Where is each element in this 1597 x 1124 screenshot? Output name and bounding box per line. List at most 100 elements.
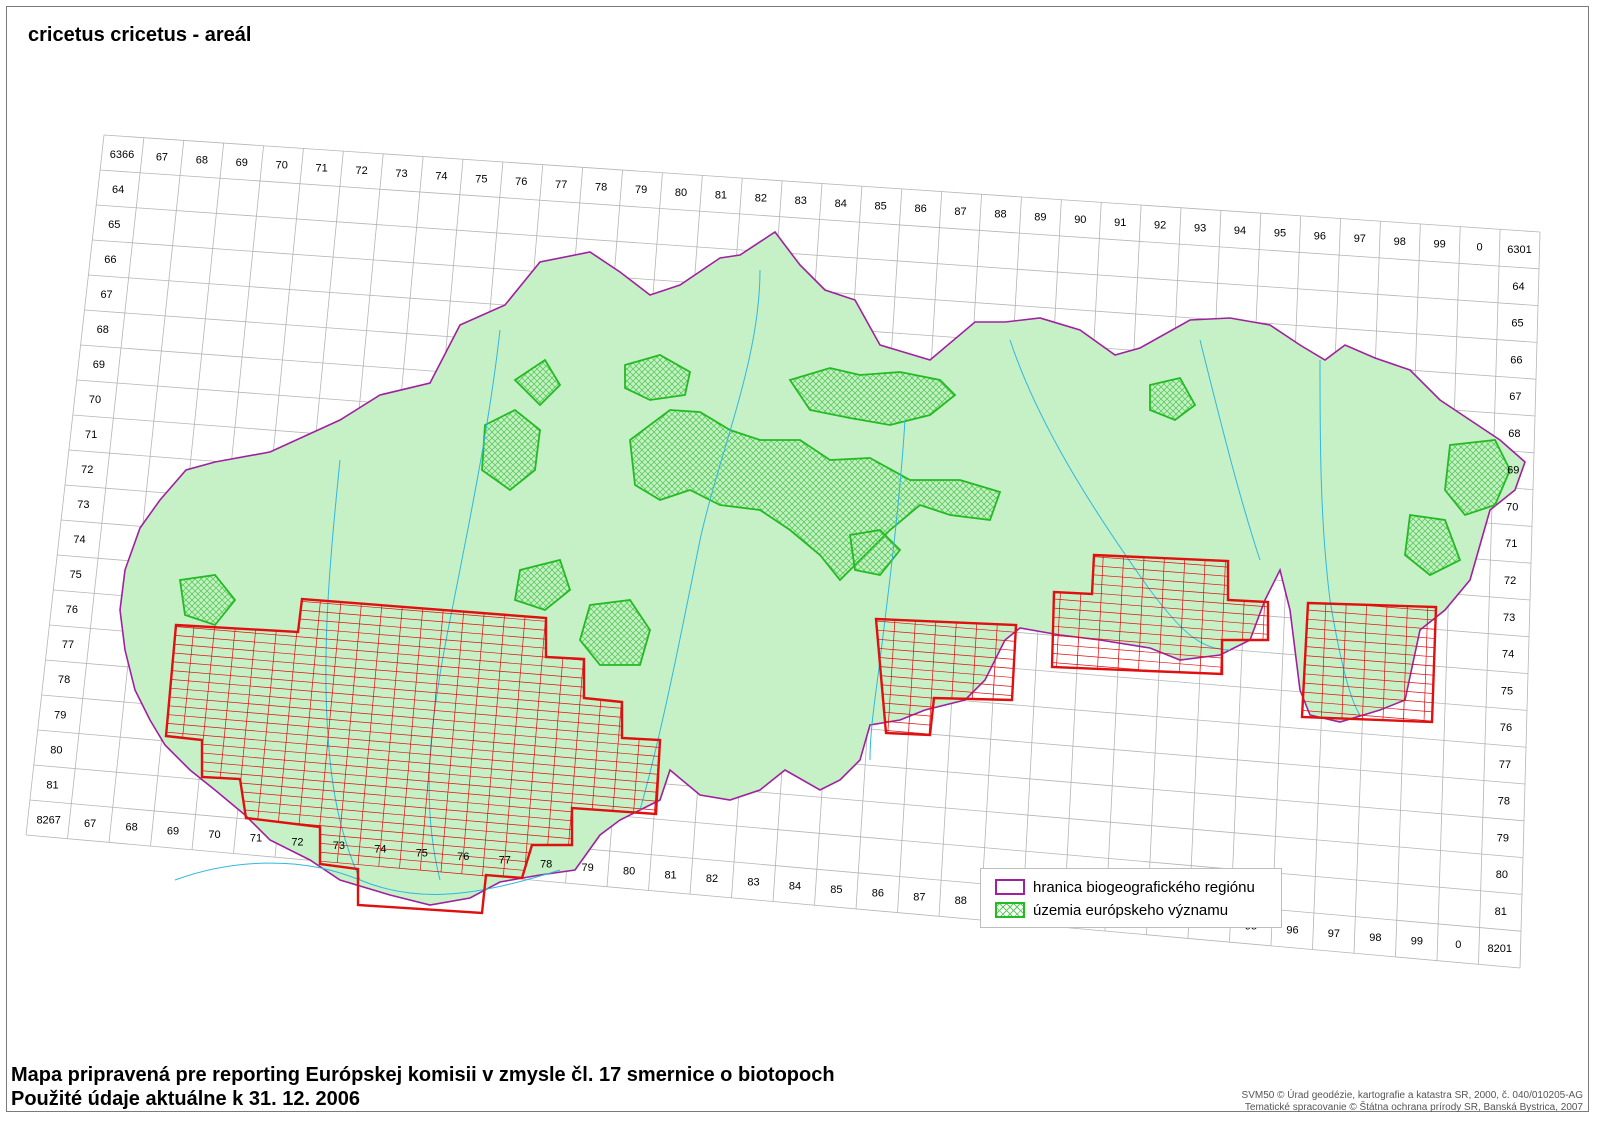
- grid-line: [103, 134, 1541, 233]
- grid-label-top: 81: [715, 190, 727, 202]
- grid-label-top: 70: [276, 160, 288, 172]
- grid-label-bottom: 88: [955, 895, 967, 907]
- grid-label-top: 87: [954, 206, 966, 218]
- grid-label-bottom: 99: [1411, 935, 1423, 947]
- grid-label-right: 79: [1497, 832, 1509, 844]
- grid-label-top: 6366: [110, 149, 134, 161]
- grid-label-bottom: 76: [457, 851, 469, 863]
- grid-label-left: 69: [93, 359, 105, 371]
- grid-label-bottom: 71: [250, 833, 262, 845]
- grid-label-bottom: 74: [374, 844, 386, 856]
- grid-label-left: 77: [62, 639, 74, 651]
- grid-label-top: 77: [555, 179, 567, 191]
- grid-label-top: 68: [196, 154, 208, 166]
- grid-label-top: 74: [435, 171, 447, 183]
- grid-label-bottom: 69: [167, 825, 179, 837]
- grid-label-left: 79: [54, 709, 66, 721]
- grid-label-bottom: 77: [499, 855, 511, 867]
- map-credits: SVM50 © Úrad geodézie, kartografie a kat…: [1242, 1090, 1583, 1114]
- grid-label-right: 73: [1503, 612, 1515, 624]
- grid-label-top: 78: [595, 181, 607, 193]
- footer-line-1: Mapa pripravená pre reporting Európskej …: [11, 1064, 835, 1086]
- footer-line-2: Použité údaje aktuálne k 31. 12. 2006: [11, 1088, 361, 1110]
- grid-label-top: 67: [156, 152, 168, 164]
- grid-label-bottom: 0: [1455, 939, 1461, 951]
- grid-label-bottom: 73: [333, 840, 345, 852]
- grid-label-top: 71: [316, 162, 328, 174]
- grid-label-right: 68: [1508, 428, 1520, 440]
- grid-label-bottom: 72: [291, 836, 303, 848]
- grid-label-right: 67: [1509, 391, 1521, 403]
- grid-label-bottom: 96: [1286, 924, 1298, 936]
- grid-label-right: 64: [1512, 281, 1524, 293]
- grid-label-left: 70: [89, 394, 101, 406]
- grid-label-top: 99: [1434, 239, 1446, 251]
- grid-label-left: 64: [112, 184, 124, 196]
- grid-label-left: 80: [50, 744, 62, 756]
- grid-label-right: 70: [1506, 501, 1518, 513]
- grid-label-left: 67: [100, 289, 112, 301]
- grid-label-bottom: 86: [872, 888, 884, 900]
- grid-label-top: 0: [1477, 241, 1483, 253]
- credit-line-2: Tematické spracovanie © Štátna ochrana p…: [1244, 1102, 1583, 1113]
- grid-label-top: 93: [1194, 222, 1206, 234]
- grid-label-right: 66: [1510, 354, 1522, 366]
- grid-label-right: 81: [1495, 906, 1507, 918]
- grid-label-left: 68: [97, 324, 109, 336]
- grid-label-right: 72: [1504, 575, 1516, 587]
- grid-label-bottom: 84: [789, 880, 801, 892]
- grid-label-left: 81: [46, 779, 58, 791]
- grid-label-bottom: 70: [208, 829, 220, 841]
- legend-swatch-sites: [995, 902, 1025, 918]
- grid-label-right: 78: [1498, 796, 1510, 808]
- legend-label: územia európskeho významu: [1033, 901, 1229, 919]
- grid-label-left: 75: [70, 569, 82, 581]
- grid-label-bottom: 75: [416, 847, 428, 859]
- grid-label-bottom: 81: [664, 869, 676, 881]
- grid-label-left: 74: [73, 534, 85, 546]
- grid-label-right: 71: [1505, 538, 1517, 550]
- grid-label-bottom: 83: [747, 877, 759, 889]
- grid-label-right: 65: [1511, 318, 1523, 330]
- grid-label-left: 76: [66, 604, 78, 616]
- grid-label-top: 89: [1034, 211, 1046, 223]
- grid-label-bottom: 97: [1328, 928, 1340, 940]
- grid-label-bottom: 8201: [1488, 943, 1512, 955]
- grid-label-top: 82: [755, 192, 767, 204]
- grid-label-top: 69: [236, 157, 248, 169]
- grid-label-bottom: 68: [125, 822, 137, 834]
- grid-line: [25, 834, 1521, 969]
- grid-label-top: 91: [1114, 217, 1126, 229]
- grid-label-top: 94: [1234, 225, 1246, 237]
- grid-label-bottom: 78: [540, 858, 552, 870]
- grid-label-bottom: 67: [84, 818, 96, 830]
- country-area: [119, 230, 1526, 906]
- grid-label-bottom: 8267: [36, 814, 60, 826]
- legend-label: hranica biogeografického regiónu: [1033, 878, 1255, 896]
- grid-label-top: 72: [355, 165, 367, 177]
- grid-label-left: 78: [58, 674, 70, 686]
- grid-label-left: 73: [77, 499, 89, 511]
- map-canvas[interactable]: 6366 67 68 69 70 71 72 73 74 75 76 77 78 79 80 81 82 83 84…: [0, 0, 1597, 1124]
- map-legend: hranica biogeografického regiónu územia …: [980, 868, 1282, 928]
- grid-label-top: 83: [795, 195, 807, 207]
- grid-label-bottom: 85: [830, 884, 842, 896]
- grid-label-top: 92: [1154, 220, 1166, 232]
- grid-label-right: 77: [1499, 759, 1511, 771]
- legend-item-border: hranica biogeografického regiónu: [995, 877, 1255, 897]
- grid-label-top: 98: [1394, 236, 1406, 248]
- grid-label-top: 95: [1274, 228, 1286, 240]
- grid-label-top: 6301: [1507, 244, 1531, 256]
- credit-line-1: SVM50 © Úrad geodézie, kartografie a kat…: [1241, 1090, 1583, 1101]
- grid-label-bottom: 87: [913, 891, 925, 903]
- grid-label-top: 96: [1314, 230, 1326, 242]
- grid-label-bottom: 82: [706, 873, 718, 885]
- grid-label-left: 65: [108, 219, 120, 231]
- grid-label-top: 85: [875, 201, 887, 213]
- legend-swatch-border: [995, 879, 1025, 895]
- grid-label-top: 90: [1074, 214, 1086, 226]
- grid-label-right: 75: [1501, 685, 1513, 697]
- grid-label-right: 74: [1502, 649, 1514, 661]
- grid-label-top: 88: [994, 209, 1006, 221]
- grid-label-top: 73: [395, 168, 407, 180]
